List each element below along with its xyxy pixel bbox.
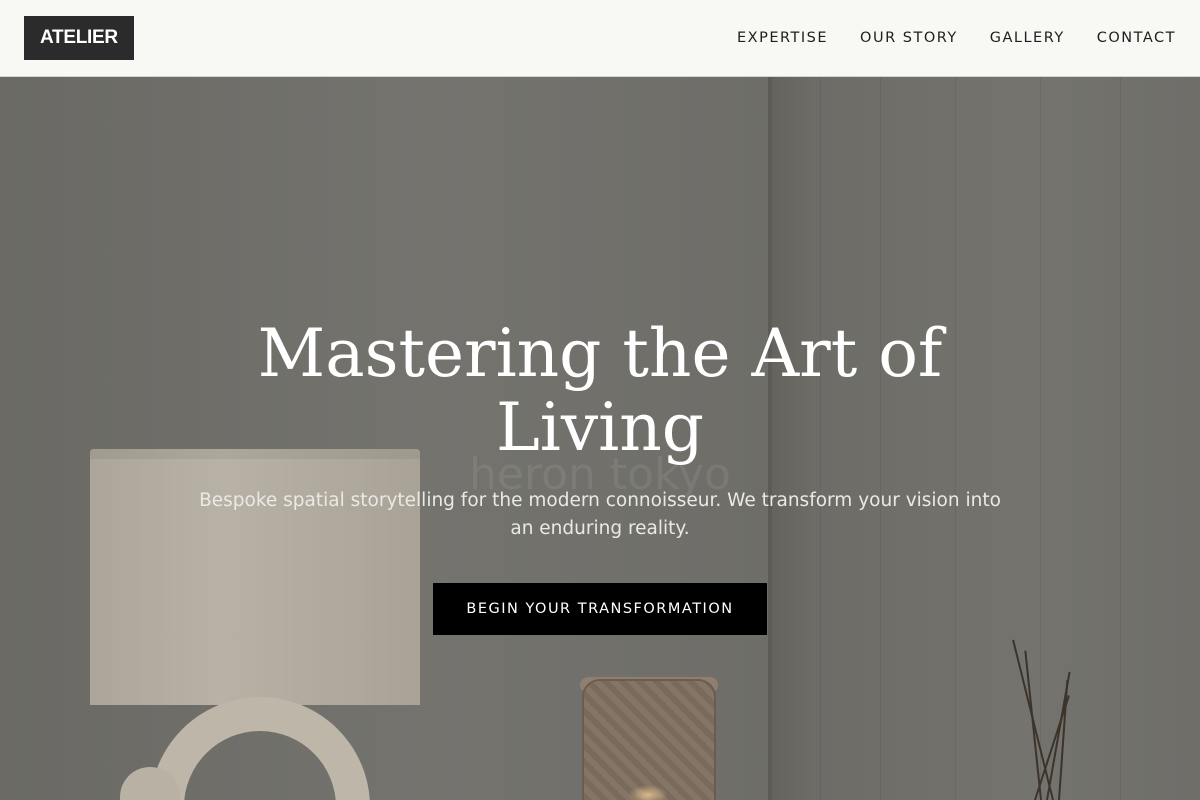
logo[interactable]: ATELIER	[24, 16, 134, 60]
hero-content: Mastering the Art of Living Bespoke spat…	[0, 77, 1200, 800]
hero-headline-line1: Mastering the Art of	[257, 315, 943, 392]
hero-headline: Mastering the Art of Living	[200, 317, 1000, 465]
nav-link-expertise[interactable]: EXPERTISE	[737, 30, 828, 46]
main-nav: EXPERTISE OUR STORY GALLERY CONTACT	[737, 30, 1176, 46]
site-header: ATELIER EXPERTISE OUR STORY GALLERY CONT…	[0, 0, 1200, 77]
nav-link-gallery[interactable]: GALLERY	[990, 30, 1065, 46]
nav-link-our-story[interactable]: OUR STORY	[860, 30, 958, 46]
hero-headline-line2: Living	[495, 389, 705, 466]
logo-text: ATELIER	[40, 27, 118, 48]
hero-subtitle-line2: an enduring reality.	[510, 518, 690, 539]
begin-transformation-button[interactable]: BEGIN YOUR TRANSFORMATION	[433, 583, 767, 635]
hero-subtitle: Bespoke spatial storytelling for the mod…	[170, 487, 1030, 543]
hero-subtitle-line1: Bespoke spatial storytelling for the mod…	[199, 490, 1001, 511]
nav-link-contact[interactable]: CONTACT	[1097, 30, 1176, 46]
